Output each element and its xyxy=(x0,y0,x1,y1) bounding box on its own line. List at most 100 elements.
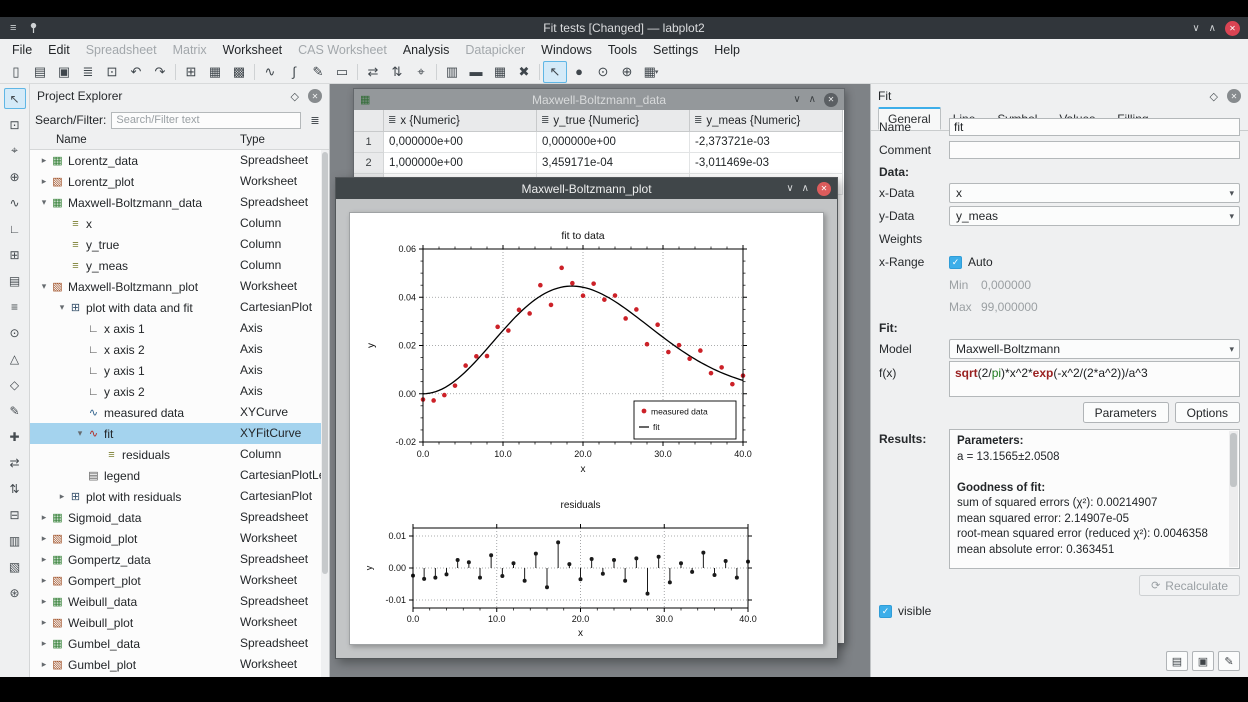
worksheet-window-titlebar[interactable]: Maxwell-Boltzmann_plot ∨ ∧ ✕ xyxy=(336,178,837,199)
undo-button[interactable]: ↶ xyxy=(124,61,148,83)
column-header-name[interactable]: Name xyxy=(56,134,87,146)
left-tool-axis[interactable]: ∟ xyxy=(4,218,26,239)
float-dock-icon[interactable]: ◇ xyxy=(1210,90,1218,103)
tree-row-lorentz-data[interactable]: ▸▦Lorentz_dataSpreadsheet xyxy=(30,150,321,171)
print-preview-button[interactable]: ⊡ xyxy=(100,61,124,83)
expander-icon[interactable]: ▸ xyxy=(38,176,50,187)
tree-row-measured-data[interactable]: ∿measured dataXYCurve xyxy=(30,402,321,423)
y-data-combobox[interactable]: y_meas ▾ xyxy=(949,206,1240,226)
worksheet-page[interactable]: 0.010.020.030.040.0-0.020.000.020.040.06… xyxy=(349,212,824,645)
save-template-button[interactable]: ▣ xyxy=(1192,651,1214,671)
close-view-button[interactable]: ✖ xyxy=(512,61,536,83)
left-tool-select-region[interactable]: ⊡ xyxy=(4,114,26,135)
expander-icon[interactable]: ▸ xyxy=(38,638,50,649)
split-view-horizontal-button[interactable]: ▬ xyxy=(464,61,488,83)
tree-row-plot-with-residuals[interactable]: ▸⊞plot with residualsCartesianPlot xyxy=(30,486,321,507)
auto-checkbox[interactable]: ✓ xyxy=(949,256,962,269)
sheet-column-header[interactable]: ≣y_meas {Numeric} xyxy=(690,110,843,132)
close-dock-button[interactable]: ✕ xyxy=(1227,89,1241,103)
left-tool-flip[interactable]: ⇅ xyxy=(4,478,26,499)
model-combobox[interactable]: Maxwell-Boltzmann ▾ xyxy=(949,339,1240,359)
menu-file[interactable]: File xyxy=(4,41,40,59)
menu-windows[interactable]: Windows xyxy=(533,41,600,59)
new-workbook-button[interactable]: ⊞ xyxy=(179,61,203,83)
new-spreadsheet-button[interactable]: ▦ xyxy=(203,61,227,83)
tree-row-y-meas[interactable]: ≡y_measColumn xyxy=(30,255,321,276)
left-tool-shape[interactable]: △ xyxy=(4,348,26,369)
tree-row-sigmoid-plot[interactable]: ▸▧Sigmoid_plotWorksheet xyxy=(30,528,321,549)
redo-button[interactable]: ↷ xyxy=(148,61,172,83)
tree-row-x[interactable]: ≡xColumn xyxy=(30,213,321,234)
pointer-mode-button[interactable]: ↖ xyxy=(543,61,567,83)
left-tool-swap[interactable]: ⇄ xyxy=(4,452,26,473)
recalculate-button[interactable]: ⟳ Recalculate xyxy=(1139,575,1240,596)
expander-icon[interactable]: ▸ xyxy=(38,596,50,607)
formula-editor[interactable]: sqrt(2/pi)*x^2*exp(-x^2/(2*a^2))/a^3 xyxy=(949,361,1240,397)
ink-annotation-button[interactable]: ● xyxy=(567,61,591,83)
tree-row-y-true[interactable]: ≡y_trueColumn xyxy=(30,234,321,255)
options-button[interactable]: Options xyxy=(1175,402,1240,423)
tree-row-gompertz-data[interactable]: ▸▦Gompertz_dataSpreadsheet xyxy=(30,549,321,570)
tree-row-weibull-data[interactable]: ▸▦Weibull_dataSpreadsheet xyxy=(30,591,321,612)
tree-row-maxwell-boltzmann-plot[interactable]: ▾▧Maxwell-Boltzmann_plotWorksheet xyxy=(30,276,321,297)
tree-row-residuals[interactable]: ≡residualsColumn xyxy=(30,444,321,465)
shade-window-icon[interactable]: ∨ xyxy=(793,94,800,105)
pin-icon[interactable] xyxy=(28,22,39,34)
expander-icon[interactable]: ▾ xyxy=(38,281,50,292)
tile-windows-button[interactable]: ▦ xyxy=(488,61,512,83)
tree-row-lorentz-plot[interactable]: ▸▧Lorentz_plotWorksheet xyxy=(30,171,321,192)
sheet-cell[interactable]: -2,373721e-03 xyxy=(690,132,843,153)
menu-edit[interactable]: Edit xyxy=(40,41,78,59)
sheet-cell[interactable]: 0,000000e+00 xyxy=(537,132,690,153)
left-tool-diamond[interactable]: ◇ xyxy=(4,374,26,395)
split-view-vertical-button[interactable]: ▥ xyxy=(440,61,464,83)
pan-view-button[interactable]: ⊕ xyxy=(615,61,639,83)
left-tool-star[interactable]: ⊛ xyxy=(4,582,26,603)
load-template-button[interactable]: ▤ xyxy=(1166,651,1188,671)
left-tool-remove[interactable]: ⊟ xyxy=(4,504,26,525)
save-default-button[interactable]: ✎ xyxy=(1218,651,1240,671)
print-button[interactable]: ≣ xyxy=(76,61,100,83)
expander-icon[interactable]: ▸ xyxy=(38,554,50,565)
zoom-region-button[interactable]: ⊙ xyxy=(591,61,615,83)
comment-input[interactable] xyxy=(949,141,1240,159)
expander-icon[interactable]: ▸ xyxy=(38,533,50,544)
new-cas-worksheet-button[interactable]: ∫ xyxy=(282,61,306,83)
tree-row-x-axis-1[interactable]: ∟x axis 1Axis xyxy=(30,318,321,339)
expander-icon[interactable]: ▸ xyxy=(38,617,50,628)
fit-results-box[interactable]: Parameters:a = 13.1565±2.0508 Goodness o… xyxy=(949,429,1240,569)
menu-analysis[interactable]: Analysis xyxy=(395,41,458,59)
app-menu-icon[interactable]: ≡ xyxy=(10,22,16,34)
expander-icon[interactable]: ▸ xyxy=(38,512,50,523)
grid-snap-button[interactable]: ▦▾ xyxy=(639,61,663,83)
open-project-button[interactable]: ▤ xyxy=(28,61,52,83)
tree-row-sigmoid-data[interactable]: ▸▦Sigmoid_dataSpreadsheet xyxy=(30,507,321,528)
tree-row-fit[interactable]: ▾∿fitXYFitCurve xyxy=(30,423,321,444)
restore-window-icon[interactable]: ∧ xyxy=(809,94,816,105)
visible-checkbox[interactable]: ✓ xyxy=(879,605,892,618)
left-tool-zoom[interactable]: ⊕ xyxy=(4,166,26,187)
new-matrix-button[interactable]: ▩ xyxy=(227,61,251,83)
expander-icon[interactable]: ▾ xyxy=(56,302,68,313)
close-worksheet-button[interactable]: ✕ xyxy=(817,182,831,196)
project-tree-scrollbar[interactable] xyxy=(321,150,329,677)
expander-icon[interactable]: ▾ xyxy=(74,428,86,439)
float-dock-icon[interactable]: ◇ xyxy=(291,90,299,103)
max-value[interactable]: 99,000000 xyxy=(981,300,1038,314)
column-header-type[interactable]: Type xyxy=(240,134,265,146)
unshade-icon[interactable]: ∧ xyxy=(1209,23,1216,34)
restore-window-icon[interactable]: ∧ xyxy=(802,183,809,194)
sheet-corner-cell[interactable] xyxy=(354,110,384,132)
export-button[interactable]: ⇅ xyxy=(385,61,409,83)
worksheet-window[interactable]: Maxwell-Boltzmann_plot ∨ ∧ ✕ 0.010.020.0… xyxy=(335,177,838,659)
sheet-cell[interactable]: -3,011469e-03 xyxy=(690,153,843,174)
left-tool-pointer[interactable]: ↖ xyxy=(4,88,26,109)
left-tool-grid[interactable]: ⊞ xyxy=(4,244,26,265)
menu-worksheet[interactable]: Worksheet xyxy=(215,41,291,59)
left-tool-legend[interactable]: ▤ xyxy=(4,270,26,291)
menu-settings[interactable]: Settings xyxy=(645,41,706,59)
tree-row-y-axis-1[interactable]: ∟y axis 1Axis xyxy=(30,360,321,381)
tree-row-y-axis-2[interactable]: ∟y axis 2Axis xyxy=(30,381,321,402)
tree-row-gumbel-data[interactable]: ▸▦Gumbel_dataSpreadsheet xyxy=(30,633,321,654)
menu-tools[interactable]: Tools xyxy=(600,41,645,59)
